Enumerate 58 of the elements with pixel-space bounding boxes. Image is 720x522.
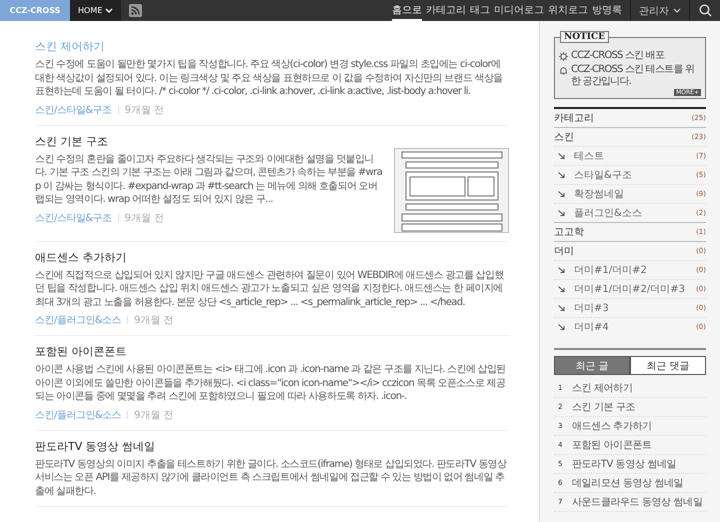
nav-link[interactable]: 카테고리 [426,0,466,21]
post-summary: 아이콘 사용법 스킨에 사용된 아이콘폰트는 <i> 태그에 .icon 과 .icon-name 과 같은 구조를 지닌다. 스킨에 삽입된 아이콘 이외에도 쓸만한 아이콘들을 추가해뒀다. <i class="icon icon-name"></i> cczicon 목록 오픈소스로 제공되는 아이콘들 중에 몇몇을 추려 스킨에 포함하였으니 필요에 따라 사용하도록 하자. .icon-. [35,363,506,404]
nav-link[interactable]: 위치로그 [548,0,588,21]
post-summary: 스킨에 직접적으로 삽입되어 있지 않지만 구글 애드센스 관련하여 질문이 있어 WEBDIR에 애드센스 광고를 삽입했던 팁을 작성합니다. 애드센스 삽입 위치 애드센스 광고가 노출되고 싶은 영역을 지정한다. 애드센스는 한 페이지에 최대 3개의 광고 노출을 허용한다. 본문 상단 <s_article_rep> ... <s_permalink_article_rep> ... </head. [35,268,505,309]
recent-post-link[interactable]: 데일리모션 동영상 썸네일 [572,476,684,490]
post-summary: 스킨 수정의 혼란을 줄이고자 주요하다 생각되는 구조와 이에대한 설명을 덧붙입니다. 기본 구조 스킨의 기본 구조는 아래 그림과 같으며, 콘텐츠가 속하는 부분을 #wrap 이 감싸는 형식이다. #expand-wrap 과 #tt-search 는 메뉴에 의해 호출되어 오버랩되는 영역이다. wrap 어떠한 설정도 되어 있지 않은 구... [35,152,382,206]
search-icon [698,4,712,17]
arrow-icon [558,172,565,178]
nav-link[interactable]: 미디어로그 [494,0,544,21]
subcategory-link[interactable]: 더미#1/더미#2 [574,263,647,277]
recent-post-link[interactable]: 판도라TV 동영상 썸네일 [572,457,676,471]
category-link[interactable]: 카테고리 [554,111,594,125]
caret-icon [673,8,681,14]
arrow-icon [558,324,565,330]
subcategory-link[interactable]: 스타일&구조 [574,168,632,182]
home-menu-button[interactable]: HOME [70,0,122,21]
caret-icon [105,8,114,14]
sidebar-tab[interactable]: 최근 댓글 [630,356,706,375]
post-time: 9개월 전 [134,408,174,422]
subcategory-link[interactable]: 더미#3 [574,301,609,315]
post-title-link[interactable]: 포함된 아이콘폰트 [35,344,509,359]
arrow-icon [558,267,565,273]
gear-icon [559,52,568,61]
post-summary: 스킨 수정에 도움이 될만한 몇가지 팁을 작성합니다. 주요 색상(ci-color) 변경 style.css 파일의 초입에는 ci-color에 대한 색상값이 설정되어 있다. 이는 링크색상 및 주요 색상을 표현하므로 이 값을 수정하여 자신만의 브랜드 색상을 표현하는데 도움이 될 터이다. /* ci-color */ .ci-color, .ci-link a:hover, .ci-link a:active, .list-body a:hover li. [35,58,504,98]
post-title-link[interactable]: 스킨 기본 구조 [35,134,382,148]
rss-icon[interactable] [129,4,142,17]
subcategory-link[interactable]: 확장썸네일 [574,187,624,201]
recent-post-link[interactable]: 포함된 아이콘폰트 [572,438,652,452]
subcategory-link[interactable]: 더미#1/더미#2/더미#3 [574,282,685,296]
arrow-icon [558,153,565,159]
nav-link[interactable]: 태그 [470,0,490,21]
arrow-icon [558,210,565,216]
recent-post-link[interactable]: 스킨 기본 구조 [572,400,636,414]
post-summary: 판도라TV 동영상의 이미지 추출을 테스트하기 위한 글이다. 소스코드(iframe) 형태로 삽입되었다. 판도라TV 동영상 서비스는 오픈 API를 제공하지 않기에 클라이언트 측 스크립트에서 썸네일에 접근할 수 있는 방법이 없어 썸네일 추출에 실패한다. [35,458,508,498]
nav-link[interactable]: 홈으로 [392,0,422,21]
sidebar-tab[interactable]: 최근 글 [554,356,630,375]
category-link[interactable]: 고고학 [554,225,584,239]
bell-icon [559,66,568,75]
post-time: 9개월 전 [134,314,174,327]
recent-post-link[interactable]: 사운드클라우드 동영상 썸네일 [572,495,702,509]
arrow-icon [558,191,565,197]
notice-link[interactable]: CCZ-CROSS 스킨 배포 [571,50,664,62]
subcategory-link[interactable]: 더미#4 [574,320,609,334]
category-link[interactable]: 더미 [554,244,574,258]
subcategory-link[interactable]: 테스트 [574,149,604,163]
category-link[interactable]: 스킨 [554,130,574,144]
arrow-icon [558,305,565,311]
subcategory-link[interactable]: 플러그인&소스 [574,206,642,220]
post-title-link[interactable]: 판도라TV 동영상 썸네일 [35,438,509,454]
post-title-link[interactable]: 애드센스 추가하기 [35,250,509,264]
post-time: 9개월 전 [124,212,164,224]
notice-title: NOTICE [560,31,609,43]
recent-post-link[interactable]: 스킨 제어하기 [572,381,632,395]
notice-link[interactable]: CCZ-CROSS 스킨 테스트를 위한 공간입니다. [571,64,701,88]
recent-post-link[interactable]: 애드센스 추가하기 [572,419,652,433]
arrow-icon [558,286,565,292]
nav-link[interactable]: 방명록 [592,0,622,21]
post-time: 9개월 전 [124,104,164,116]
